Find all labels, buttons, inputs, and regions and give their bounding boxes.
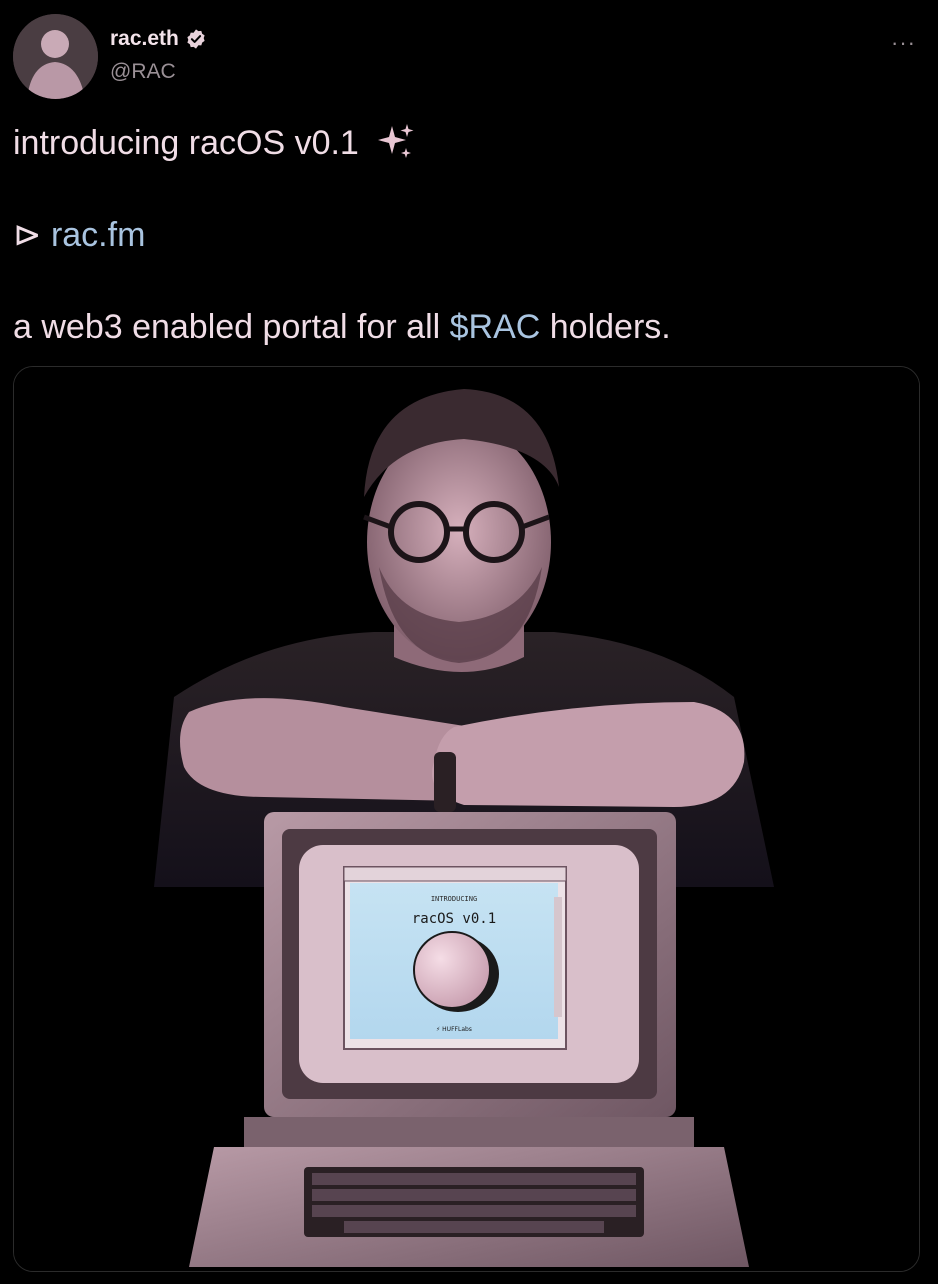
more-options-button[interactable]: ··· — [891, 30, 916, 56]
screen-title: racOS v0.1 — [412, 911, 496, 927]
cashtag-link[interactable]: $RAC — [450, 308, 541, 346]
intro-text: introducing racOS v0.1 — [13, 124, 359, 162]
tweet-link[interactable]: rac.fm — [51, 216, 145, 254]
tweet-header: rac.eth @RAC ··· — [0, 0, 938, 110]
screen-footer: ⚡ HUFFLabs — [436, 1026, 472, 1033]
author-avatar[interactable] — [13, 14, 98, 99]
sparkles-icon — [378, 124, 414, 158]
description-before: a web3 enabled portal for all — [13, 308, 450, 346]
author-name-row[interactable]: rac.eth — [110, 27, 207, 51]
screen-kicker: INTRODUCING — [431, 895, 477, 903]
tweet-line-link: ⊳ rac.fm — [13, 212, 145, 258]
photo-person-with-computer: INTRODUCING racOS v0.1 ⚡ HUFFLabs — [14, 367, 919, 1271]
tweet-media-image[interactable]: INTRODUCING racOS v0.1 ⚡ HUFFLabs — [13, 366, 920, 1272]
play-glyph: ⊳ — [13, 216, 42, 254]
tweet-line-description: a web3 enabled portal for all $RAC holde… — [13, 304, 671, 350]
tweet-line-intro: introducing racOS v0.1 — [13, 120, 416, 166]
avatar-photo — [13, 14, 98, 99]
author-handle[interactable]: @RAC — [110, 60, 176, 84]
author-display-name[interactable]: rac.eth — [110, 27, 179, 51]
verified-badge-icon — [187, 29, 205, 49]
description-after: holders. — [540, 308, 671, 346]
